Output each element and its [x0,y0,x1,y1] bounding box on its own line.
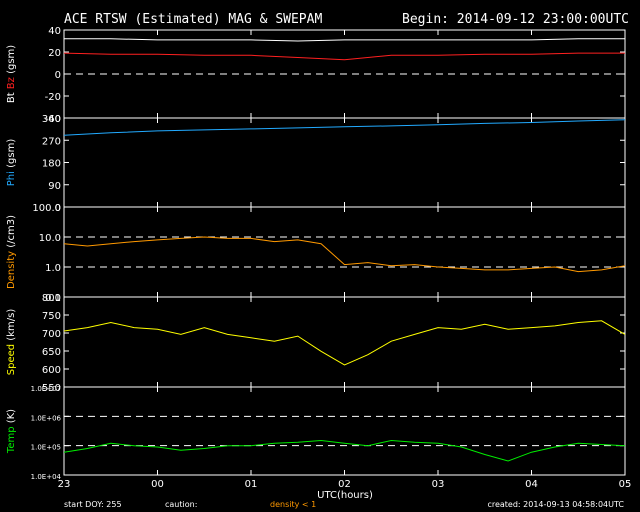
y-axis-label-phi: Phi (gsm) [6,139,17,187]
x-tick-label: 04 [525,479,538,490]
y-tick-label-density: 100.0 [32,203,61,214]
y-tick-label-speed: 800 [42,293,61,304]
y-axis-label-part: (/cm3) [6,215,17,251]
caution-label: caution: [165,500,197,509]
y-axis-label-part: Bz [6,77,17,92]
start-doy: start DOY: 255 [64,500,122,509]
y-tick-label-temp: 1.0E+05 [31,444,61,452]
y-tick-label-phi: 180 [42,159,61,170]
ace-rtsw-plot: ACE RTSW (Estimated) MAG & SWEPAM Begin:… [0,0,640,512]
y-tick-label-mag: 0 [55,70,61,81]
begin-time: Begin: 2014-09-12 23:00:00UTC [402,12,629,27]
y-axis-label-density: Density (/cm3) [6,215,17,289]
x-tick-label: 05 [619,479,632,490]
y-tick-label-phi: 270 [42,136,61,147]
y-axis-label-temp: Temp (K) [6,409,17,454]
y-tick-label-mag: 40 [48,26,61,37]
x-tick-label: 01 [245,479,258,490]
x-tick-label: 03 [432,479,445,490]
y-axis-label-part: Speed [6,344,17,375]
created-time: created: 2014-09-13 04:58:04UTC [487,500,624,509]
y-tick-label-temp: 1.0E+07 [31,385,61,393]
y-tick-label-mag: 20 [48,48,61,59]
y-tick-label-temp: 1.0E+06 [31,414,62,422]
x-axis-label: UTC(hours) [317,490,373,501]
x-tick-label: 02 [338,479,351,490]
y-tick-label-speed: 700 [42,329,61,340]
y-tick-label-phi: 90 [48,181,61,192]
y-axis-label-part: Phi [6,171,17,186]
x-tick-label: 00 [151,479,164,490]
y-tick-label-density: 1.0 [45,263,61,274]
x-tick-label: 23 [58,479,71,490]
y-axis-label-part: Bt [6,92,17,103]
y-tick-label-phi: 360 [42,114,61,125]
y-tick-label-speed: 750 [42,311,61,322]
y-tick-label-speed: 650 [42,347,61,358]
y-tick-label-density: 10.0 [39,233,61,244]
plot-title: ACE RTSW (Estimated) MAG & SWEPAM [64,12,322,27]
y-tick-label-mag: -20 [45,92,61,103]
y-axis-label-part: Density [6,251,17,289]
y-axis-label-mag: Bt Bz (gsm) [6,45,17,103]
y-axis-label-part: (K) [6,409,17,427]
density-caution: density < 1 [270,500,316,509]
y-axis-label-part: (gsm) [6,139,17,171]
y-axis-label-speed: Speed (km/s) [6,309,17,376]
y-axis-label-part: (gsm) [6,45,17,77]
y-tick-label-speed: 600 [42,365,61,376]
y-axis-label-part: Temp [6,426,17,454]
y-axis-label-part: (km/s) [6,309,17,344]
